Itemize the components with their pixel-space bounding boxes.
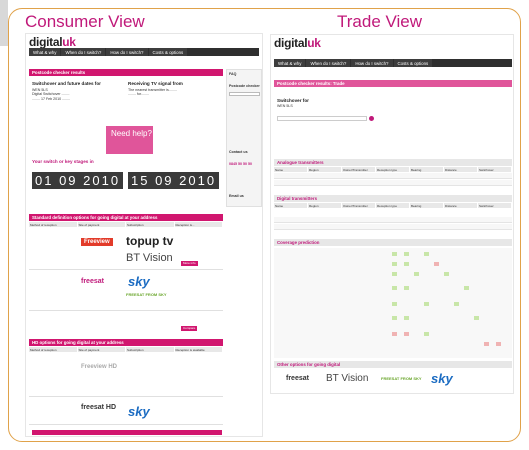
- sidebar-postcode-checker[interactable]: Postcode checker: [229, 84, 260, 88]
- trade-freesat-logo: freesat: [286, 375, 309, 382]
- standard-options-bar: Standard definition options for going di…: [29, 214, 223, 221]
- trade-digitaluk-logo[interactable]: digitaluk: [274, 36, 321, 50]
- switchover-dates-title: Switchover and future dates for: [32, 81, 101, 86]
- side-tab: [0, 0, 8, 46]
- standard-columns: Method of reception Site of payment Subs…: [29, 222, 223, 227]
- sidebar-phone: 0845 50 50 50: [229, 162, 252, 166]
- date-right: 15 09 2010: [128, 172, 220, 189]
- table-row: [274, 180, 512, 186]
- consumer-sidebar: FAQ Postcode checker Contact us 0845 50 …: [226, 69, 262, 207]
- analogue-columns: Name Region Owner/Transmitter Reception typ…: [274, 167, 512, 172]
- trade-nav-what-why[interactable]: What & why: [274, 59, 306, 67]
- results-header-bar: Postcode checker results: [29, 69, 223, 76]
- digital-bar[interactable]: Digital transmitters: [274, 195, 512, 202]
- table-row: [274, 217, 512, 223]
- sky-hd-logo: sky: [128, 404, 150, 419]
- hd-columns: Method of reception Site of payment Subs…: [29, 347, 223, 352]
- other-options-bar[interactable]: Other options for going digital: [274, 361, 512, 368]
- consumer-navbar: What & why When do I switch? How do I sw…: [29, 48, 259, 56]
- sky-logo: sky: [128, 274, 150, 289]
- help-widget[interactable]: Need help?: [106, 126, 153, 154]
- consumer-page: digitaluk What & why When do I switch? H…: [25, 33, 263, 437]
- trade-freesat-from-sky-logo: FREESAT FROM SKY: [381, 376, 422, 381]
- trade-header-bar: Postcode checker results: Trade: [274, 80, 512, 87]
- compare-button[interactable]: Compare: [181, 326, 198, 331]
- nav-when-switch[interactable]: When do I switch?: [61, 48, 106, 56]
- trade-navbar: What & why When do I switch? How do I sw…: [274, 59, 512, 67]
- nav-what-why[interactable]: What & why: [29, 48, 61, 56]
- coverage-bar[interactable]: Coverage prediction: [274, 239, 512, 246]
- trade-nav-costs-options[interactable]: Costs & options: [393, 59, 433, 67]
- digitaluk-logo[interactable]: digitaluk: [29, 35, 76, 49]
- hd-options-bar: HD options for going digital at your add…: [29, 339, 223, 346]
- sidebar-faq[interactable]: FAQ: [229, 72, 236, 76]
- freesat-hd-logo: freesat HD: [81, 404, 117, 411]
- trade-sky-logo: sky: [431, 371, 453, 386]
- analogue-bar[interactable]: Analogue transmitters: [274, 159, 512, 166]
- go-icon[interactable]: [369, 116, 374, 121]
- sidebar-postcode-input[interactable]: [229, 92, 260, 96]
- more-info-button[interactable]: More info: [181, 261, 198, 266]
- nav-how-switch[interactable]: How do I switch?: [106, 48, 148, 56]
- nav-costs-options[interactable]: Costs & options: [148, 48, 188, 56]
- table-row: [274, 224, 512, 230]
- switchover-for: Switchover for: [277, 98, 309, 103]
- trade-nav-when-switch[interactable]: When do I switch?: [306, 59, 351, 67]
- help-title: Need help?: [111, 129, 152, 138]
- freesat-from-sky-logo: FREESAT FROM SKY: [126, 292, 167, 297]
- trade-nav-how-switch[interactable]: How do I switch?: [351, 59, 393, 67]
- topuptv-logo: topup tv: [126, 234, 174, 248]
- trade-view-title: Trade View: [337, 12, 423, 31]
- trade-page: digitaluk What & why When do I switch? H…: [270, 34, 514, 394]
- sidebar-email-us[interactable]: Email us: [229, 194, 244, 198]
- table-row: [274, 173, 512, 179]
- comparison-slide: Consumer View Trade View digitaluk What …: [0, 0, 529, 450]
- digital-columns: Name Region Owner/Transmitter Reception typ…: [274, 203, 512, 208]
- btvision-logo: BT Vision: [126, 252, 173, 264]
- consumer-view-title: Consumer View: [25, 12, 145, 31]
- trade-btvision-logo: BT Vision: [326, 373, 369, 384]
- freeview-hd-logo: Freeview HD: [81, 364, 118, 370]
- coverage-grid: [274, 248, 512, 358]
- sidebar-contact-us[interactable]: Contact us: [229, 150, 248, 154]
- freesat-logo: freesat: [81, 278, 104, 285]
- freeview-logo: Freeview: [81, 238, 113, 246]
- date-left: 01 09 2010: [32, 172, 124, 189]
- trade-postcode-input[interactable]: [277, 116, 367, 121]
- region-title: Your switch or key stages in: [32, 159, 94, 164]
- hd-footer-button[interactable]: [32, 430, 222, 435]
- receiving-signal-title: Receiving TV signal from: [128, 81, 183, 86]
